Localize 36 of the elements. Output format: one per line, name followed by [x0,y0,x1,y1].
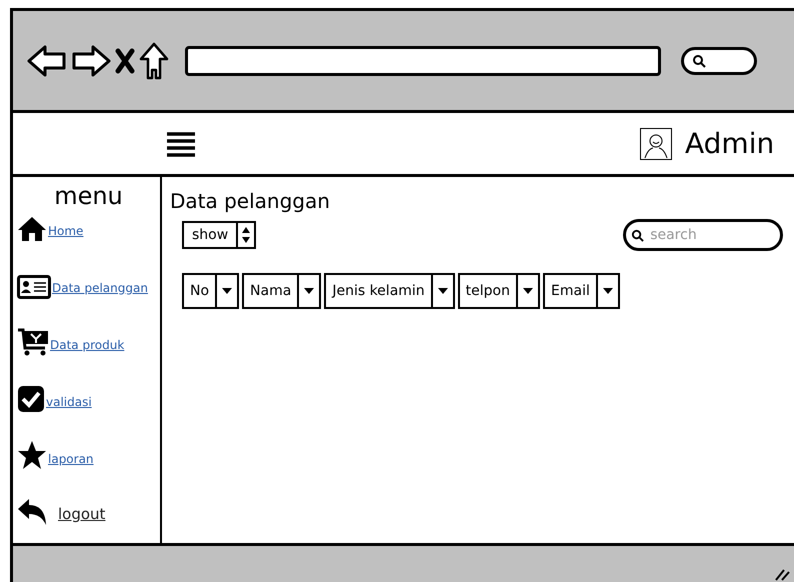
checkbox-icon [17,385,45,413]
caret-icon [222,288,232,294]
search-icon [631,229,644,242]
caret-icon [304,288,314,294]
page-title: Data pelanggan [170,189,331,213]
menu-icon[interactable] [166,130,196,156]
back-icon[interactable] [27,44,67,78]
id-card-icon [17,275,51,299]
sidebar-link[interactable]: validasi [46,395,92,413]
sidebar-link[interactable]: logout [58,505,106,527]
sidebar-link[interactable]: Data produk [50,338,124,356]
close-icon[interactable] [115,48,135,74]
forward-icon[interactable] [71,44,111,78]
sidebar-link[interactable]: Data pelanggan [52,281,148,299]
back-arrow-icon [17,497,49,527]
column-header: Nama [244,275,300,307]
star-icon [17,440,47,470]
caret-icon [438,288,448,294]
show-select[interactable]: show [182,221,256,249]
column-header: telpon [460,275,518,307]
address-bar[interactable] [185,46,661,76]
caret-icon [602,288,613,294]
cart-icon [17,328,49,356]
sidebar-link[interactable]: laporan [48,452,94,470]
caret-icon [523,288,533,294]
column-header: Email [545,275,598,307]
search-icon [692,54,706,68]
sidebar-link[interactable]: Home [48,224,84,242]
spinner-icon [241,226,252,244]
avatar-icon [640,128,672,160]
user-name: Admin [685,127,774,160]
search-field[interactable] [681,46,757,74]
column-header: Jenis kelamin [326,275,433,307]
sidebar-title: menu [53,182,124,210]
search-field[interactable]: search [623,219,784,251]
column-header: No [184,275,218,307]
